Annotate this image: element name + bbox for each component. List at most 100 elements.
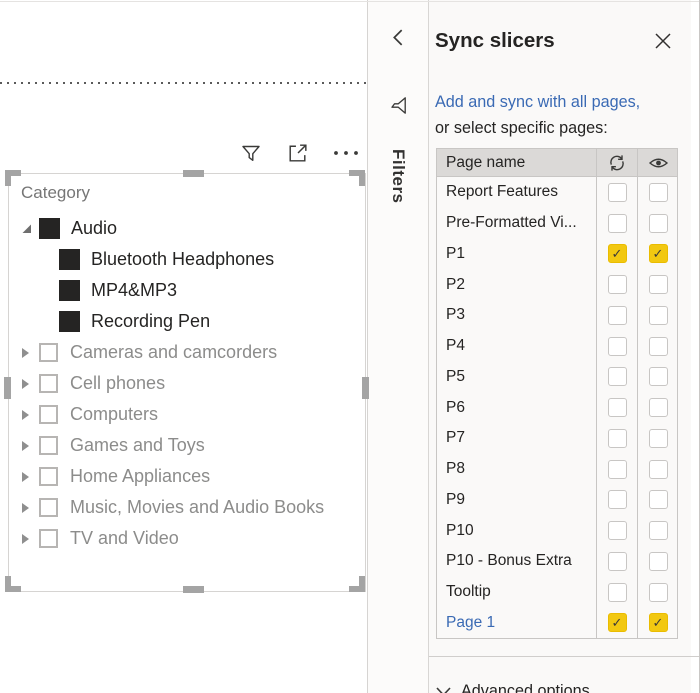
resize-handle-top-right[interactable]	[349, 170, 365, 186]
close-pane-button[interactable]	[654, 32, 672, 50]
filters-pane-label: Filters	[388, 149, 408, 204]
slicer-item[interactable]: Bluetooth Headphones	[9, 244, 365, 275]
slicer-checkbox[interactable]	[39, 467, 58, 486]
sync-checkbox[interactable]	[608, 583, 627, 602]
visible-checkbox[interactable]: ✓	[649, 613, 668, 632]
expand-toggle-icon[interactable]	[21, 378, 39, 390]
slicer-item[interactable]: Cameras and camcorders	[9, 337, 365, 368]
table-row: Page 1✓✓	[437, 608, 677, 639]
sync-checkbox[interactable]: ✓	[608, 613, 627, 632]
page-name-cell: P7	[437, 429, 596, 447]
page-name-cell: P1	[437, 245, 596, 263]
expand-toggle-icon[interactable]	[21, 471, 39, 483]
slicer-checkbox[interactable]	[39, 218, 60, 239]
visible-checkbox[interactable]	[649, 429, 668, 448]
visible-checkbox[interactable]	[649, 214, 668, 233]
sync-checkbox[interactable]	[608, 337, 627, 356]
resize-handle-right-middle[interactable]	[362, 377, 369, 399]
expand-toggle-icon[interactable]	[21, 533, 39, 545]
visible-checkbox[interactable]	[649, 275, 668, 294]
slicer-item-label: Audio	[71, 218, 117, 239]
slicer-item[interactable]: Home Appliances	[9, 461, 365, 492]
slicer-checkbox[interactable]	[39, 498, 58, 517]
sync-checkbox[interactable]	[608, 429, 627, 448]
slicer-checkbox[interactable]	[39, 436, 58, 455]
expand-toggle-icon[interactable]	[21, 409, 39, 421]
visible-checkbox[interactable]	[649, 183, 668, 202]
resize-handle-top-middle[interactable]	[183, 170, 204, 177]
visible-checkbox[interactable]	[649, 521, 668, 540]
visible-checkbox[interactable]	[649, 490, 668, 509]
resize-handle-top-left[interactable]	[5, 170, 21, 186]
visible-cell	[637, 577, 678, 608]
more-options-icon[interactable]	[332, 149, 360, 157]
sync-checkbox[interactable]	[608, 521, 627, 540]
slicer-item[interactable]: Recording Pen	[9, 306, 365, 337]
resize-handle-left-middle[interactable]	[4, 377, 11, 399]
expand-toggle-icon[interactable]	[21, 440, 39, 452]
visible-checkbox[interactable]	[649, 367, 668, 386]
sync-checkbox[interactable]	[608, 183, 627, 202]
add-sync-all-pages-link[interactable]: Add and sync with all pages,	[435, 93, 640, 112]
filters-pane-tab[interactable]: Filters	[368, 126, 428, 226]
slicer-item[interactable]: Music, Movies and Audio Books	[9, 492, 365, 523]
filters-funnel-icon	[368, 94, 428, 117]
slicer-checkbox[interactable]	[39, 405, 58, 424]
table-row: P8	[437, 454, 677, 485]
page-name-cell: P4	[437, 337, 596, 355]
visible-checkbox[interactable]	[649, 398, 668, 417]
table-row: P1 ✓ ✓	[437, 239, 677, 270]
advanced-options-toggle[interactable]: Advanced options	[435, 682, 590, 693]
visible-checkbox[interactable]	[649, 460, 668, 479]
visible-checkbox[interactable]	[649, 583, 668, 602]
visible-checkbox[interactable]: ✓	[649, 244, 668, 263]
slicer-checkbox[interactable]	[59, 311, 80, 332]
expand-filters-pane-button[interactable]	[368, 28, 428, 47]
resize-handle-bottom-right[interactable]	[349, 576, 365, 592]
sync-checkbox[interactable]: ✓	[608, 244, 627, 263]
pane-scrollbar-track[interactable]	[691, 0, 699, 693]
slicer-item[interactable]: MP4&MP3	[9, 275, 365, 306]
visible-checkbox[interactable]	[649, 337, 668, 356]
sync-checkbox[interactable]	[608, 367, 627, 386]
resize-handle-bottom-middle[interactable]	[183, 586, 204, 593]
page-name-cell: P8	[437, 460, 596, 478]
sync-checkbox[interactable]	[608, 460, 627, 479]
slicer-item[interactable]: Games and Toys	[9, 430, 365, 461]
resize-handle-bottom-left[interactable]	[5, 576, 21, 592]
sync-checkbox[interactable]	[608, 490, 627, 509]
select-pages-caption: or select specific pages:	[435, 119, 608, 138]
slicer-checkbox[interactable]	[59, 280, 80, 301]
table-row: Report Features	[437, 177, 677, 208]
slicer-checkbox[interactable]	[39, 343, 58, 362]
expand-toggle-icon[interactable]	[21, 502, 39, 514]
collapse-toggle-icon[interactable]	[21, 223, 39, 234]
filter-funnel-icon[interactable]	[239, 141, 263, 166]
slicer-item[interactable]: TV and Video	[9, 523, 365, 554]
sync-checkbox[interactable]	[608, 306, 627, 325]
window-top-border	[0, 1, 700, 2]
slicer-checkbox[interactable]	[39, 374, 58, 393]
expand-toggle-icon[interactable]	[21, 347, 39, 359]
page-name-cell: P10 - Bonus Extra	[437, 552, 596, 570]
table-row: P6	[437, 392, 677, 423]
sync-checkbox[interactable]	[608, 275, 627, 294]
slicer-checkbox[interactable]	[39, 529, 58, 548]
slicer-item[interactable]: Computers	[9, 399, 365, 430]
category-slicer-visual[interactable]: Category AudioBluetooth HeadphonesMP4&MP…	[8, 173, 366, 592]
slicer-item-list: Audio Bluetooth HeadphonesMP4&MP3Recordin…	[9, 213, 365, 554]
focus-mode-icon[interactable]	[285, 141, 310, 166]
sync-checkbox[interactable]	[608, 552, 627, 571]
visible-cell: ✓	[637, 608, 678, 639]
sync-checkbox[interactable]	[608, 214, 627, 233]
slicer-item-label: Cell phones	[70, 373, 165, 394]
sync-checkbox[interactable]	[608, 398, 627, 417]
slicer-item[interactable]: Audio	[9, 213, 365, 244]
visible-checkbox[interactable]	[649, 552, 668, 571]
slicer-item[interactable]: Cell phones	[9, 368, 365, 399]
visible-checkbox[interactable]	[649, 306, 668, 325]
visible-column-header	[637, 149, 678, 176]
close-icon	[654, 32, 672, 50]
slicer-checkbox[interactable]	[59, 249, 80, 270]
report-canvas[interactable]: Category AudioBluetooth HeadphonesMP4&MP…	[0, 0, 368, 693]
